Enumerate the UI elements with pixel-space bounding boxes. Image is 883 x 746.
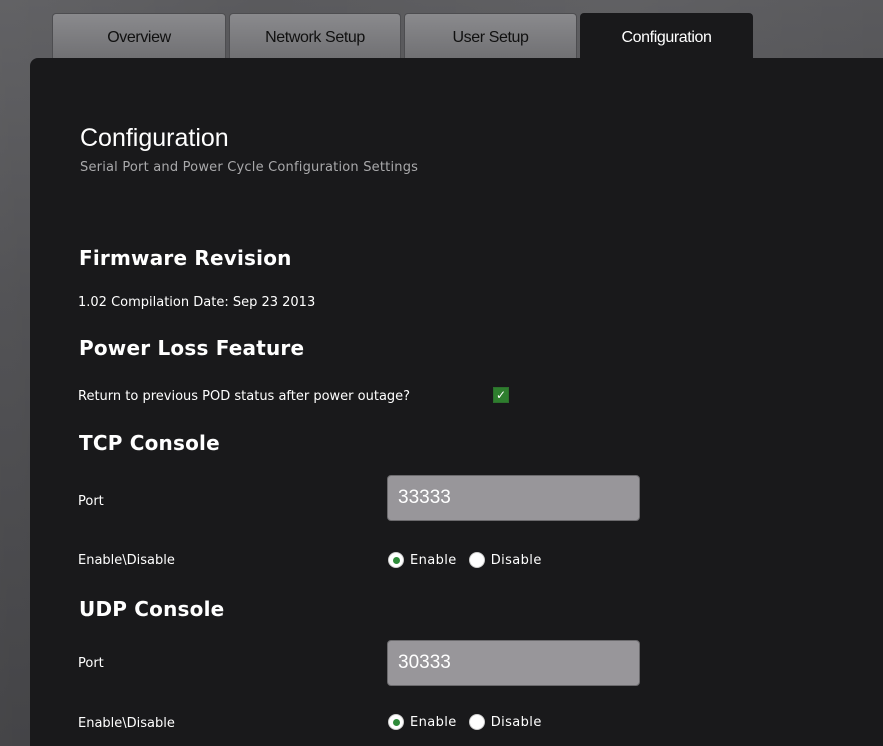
tcp-enable-radio[interactable] [388, 552, 404, 568]
tab-configuration[interactable]: Configuration [580, 13, 753, 61]
tcp-disable-option-label: Disable [490, 552, 542, 568]
tcp-port-label: Port [78, 494, 104, 509]
udp-port-input[interactable] [387, 640, 640, 686]
udp-enable-radio-group: Enable Disable [388, 714, 554, 730]
power-loss-question: Return to previous POD status after powe… [78, 389, 411, 404]
page-subtitle: Serial Port and Power Cycle Configuratio… [80, 160, 419, 175]
firmware-text: 1.02 Compilation Date: Sep 23 2013 [78, 295, 316, 310]
power-loss-heading: Power Loss Feature [79, 336, 305, 360]
tcp-disable-radio[interactable] [468, 552, 485, 568]
page-title: Configuration [80, 124, 229, 152]
udp-disable-radio[interactable] [468, 714, 485, 730]
tcp-enable-label: Enable\Disable [78, 553, 175, 568]
check-icon: ✓ [494, 388, 508, 402]
tcp-console-heading: TCP Console [79, 431, 220, 455]
firmware-heading: Firmware Revision [79, 246, 292, 270]
tcp-port-input[interactable] [387, 475, 640, 521]
udp-enable-label: Enable\Disable [78, 716, 175, 731]
tab-network-setup[interactable]: Network Setup [229, 13, 401, 61]
power-loss-checkbox[interactable]: ✓ [493, 387, 509, 403]
udp-enable-option-label: Enable [410, 714, 457, 730]
tab-overview[interactable]: Overview [52, 13, 226, 61]
tcp-enable-option-label: Enable [410, 552, 457, 568]
udp-enable-radio[interactable] [388, 714, 404, 730]
udp-port-label: Port [78, 656, 104, 671]
tcp-enable-radio-group: Enable Disable [388, 552, 554, 568]
udp-disable-option-label: Disable [490, 714, 542, 730]
tab-user-setup[interactable]: User Setup [404, 13, 577, 61]
udp-console-heading: UDP Console [79, 597, 225, 621]
tab-bar: Overview Network Setup User Setup Config… [52, 13, 832, 61]
